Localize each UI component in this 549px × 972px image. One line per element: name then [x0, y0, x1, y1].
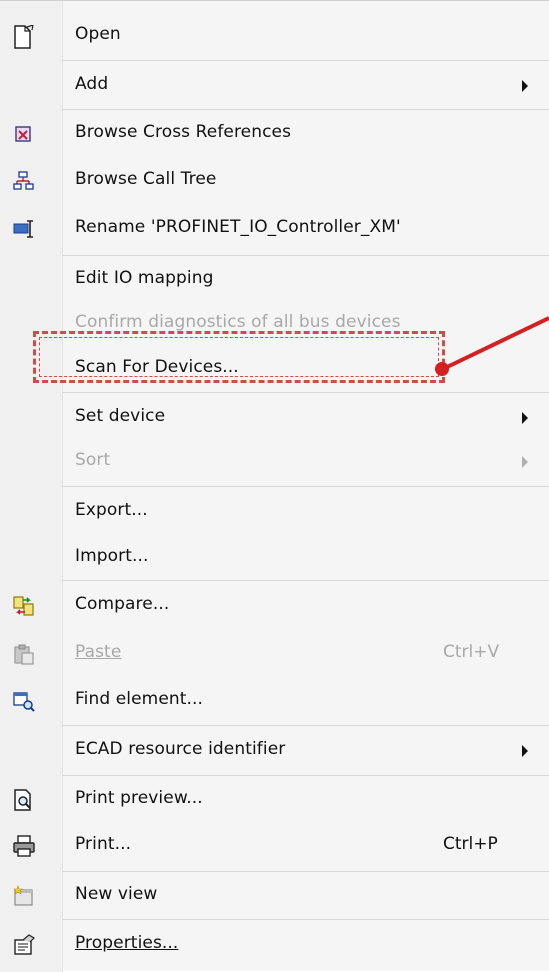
context-menu: Open Add Browse Cross References Browse …: [0, 0, 549, 972]
annotation-arrow: [435, 316, 549, 376]
